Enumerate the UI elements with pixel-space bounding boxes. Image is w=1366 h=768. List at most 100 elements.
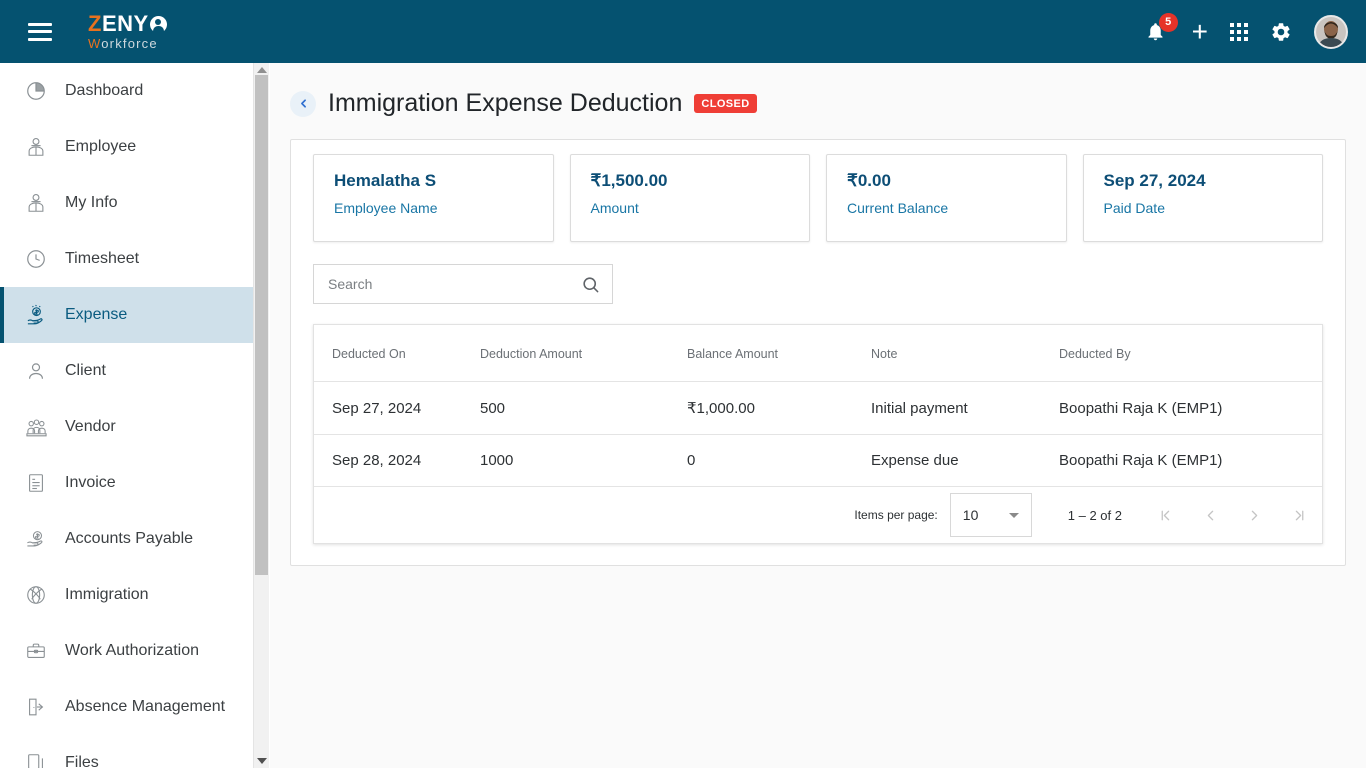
sidebar-scrollbar[interactable] xyxy=(253,63,269,768)
top-bar-actions: 5 + xyxy=(1142,12,1348,49)
items-per-page-value: 10 xyxy=(962,507,979,523)
my-info-icon xyxy=(23,190,49,216)
avatar[interactable] xyxy=(1314,14,1348,49)
chevron-left-icon[interactable] xyxy=(290,90,316,117)
sidebar-item-work authorization[interactable]: Work Authorization xyxy=(0,623,253,679)
cell-deducted-by: Boopathi Raja K (EMP1) xyxy=(1059,381,1322,435)
sidebar-item-timesheet[interactable]: Timesheet xyxy=(0,231,253,287)
files-icon xyxy=(23,750,49,768)
sidebar: Dashboard Employee My Info Timesheet Exp… xyxy=(0,63,253,768)
sidebar-item-immigration[interactable]: Immigration xyxy=(0,567,253,623)
apps-grid-icon[interactable] xyxy=(1230,22,1248,41)
sidebar-item-employee[interactable]: Employee xyxy=(0,119,253,175)
stat-card: ₹0.00 Current Balance xyxy=(826,154,1067,242)
cell-deduction-amount: 1000 xyxy=(480,434,687,487)
person-icon xyxy=(23,358,49,384)
scroll-down-arrow-icon[interactable] xyxy=(257,758,267,764)
sidebar-item-files[interactable]: Files xyxy=(0,735,253,768)
logo-text-orkforce: orkforce xyxy=(101,36,158,51)
sidebar-item-label: Timesheet xyxy=(65,250,140,267)
invoice-document-icon xyxy=(23,470,49,496)
detail-card: Hemalatha S Employee Name ₹1,500.00 Amou… xyxy=(290,139,1346,566)
accounts-payable-icon xyxy=(23,526,49,552)
sidebar-item-label: Vendor xyxy=(65,418,116,435)
sidebar-item-dashboard[interactable]: Dashboard xyxy=(0,63,253,119)
chevron-down-icon xyxy=(1008,512,1019,518)
last-page-icon[interactable] xyxy=(1288,505,1308,525)
logo-person-icon xyxy=(149,15,167,33)
sidebar-item-label: My Info xyxy=(65,194,118,211)
stat-value: Sep 27, 2024 xyxy=(1103,171,1206,190)
paginator: Items per page: 10 1 – 2 of 2 xyxy=(314,487,1322,543)
page-header: Immigration Expense Deduction CLOSED xyxy=(270,63,1366,118)
sidebar-item-vendor[interactable]: Vendor xyxy=(0,399,253,455)
sidebar-item-label: Invoice xyxy=(65,474,116,491)
sidebar-item-expense[interactable]: Expense xyxy=(0,287,253,343)
stat-label: Amount xyxy=(590,200,639,216)
cell-balance-amount: ₹1,000.00 xyxy=(687,381,871,435)
notification-count-badge: 5 xyxy=(1158,12,1178,32)
door-exit-icon xyxy=(23,694,49,720)
sidebar-item-absence management[interactable]: Absence Management xyxy=(0,679,253,735)
stat-label: Current Balance xyxy=(847,200,949,216)
search-input[interactable] xyxy=(328,276,581,292)
stat-value: Hemalatha S xyxy=(334,171,437,190)
table-body: Sep 27, 2024 500 ₹1,000.00 Initial payment B… xyxy=(314,381,1322,487)
sidebar-scrollbar-thumb[interactable] xyxy=(255,75,268,575)
sidebar-item-accounts payable[interactable]: Accounts Payable xyxy=(0,511,253,567)
sidebar-item-label: Absence Management xyxy=(65,698,226,715)
deductions-table-container: Deducted On Deduction Amount Balance Amo… xyxy=(313,324,1323,544)
page-title: Immigration Expense Deduction xyxy=(328,89,683,117)
sidebar-item-label: Files xyxy=(65,754,99,768)
logo-text-z: Z xyxy=(88,11,102,36)
stat-card: Hemalatha S Employee Name xyxy=(313,154,554,242)
sidebar-item-label: Dashboard xyxy=(65,82,144,99)
logo-text-w: W xyxy=(88,36,102,51)
bell-icon[interactable]: 5 xyxy=(1142,12,1178,47)
previous-page-icon[interactable] xyxy=(1200,505,1220,525)
gear-icon[interactable] xyxy=(1270,21,1292,43)
briefcase-icon xyxy=(23,638,49,664)
next-page-icon[interactable] xyxy=(1244,505,1264,525)
plus-icon[interactable]: + xyxy=(1192,17,1208,46)
table-row[interactable]: Sep 27, 2024 500 ₹1,000.00 Initial payment B… xyxy=(314,381,1322,435)
sidebar-item-label: Expense xyxy=(65,306,128,323)
sidebar-item-label: Work Authorization xyxy=(65,642,199,659)
sidebar-item-my info[interactable]: My Info xyxy=(0,175,253,231)
page-range-label: 1 – 2 of 2 xyxy=(1067,507,1122,523)
stat-value: ₹1,500.00 xyxy=(590,171,668,190)
expense-hand-money-icon xyxy=(23,302,49,328)
items-per-page-select[interactable]: 10 xyxy=(949,493,1032,537)
sidebar-item-label: Accounts Payable xyxy=(65,530,194,547)
clock-icon xyxy=(23,246,49,272)
items-per-page-label: Items per page: xyxy=(854,508,938,522)
employee-icon xyxy=(23,134,49,160)
cell-deduction-amount: 500 xyxy=(480,381,687,435)
column-header[interactable]: Deduction Amount xyxy=(480,325,687,382)
sidebar-item-label: Client xyxy=(65,362,106,379)
sidebar-item-label: Employee xyxy=(65,138,137,155)
cell-deducted-by: Boopathi Raja K (EMP1) xyxy=(1059,434,1322,487)
status-badge: CLOSED xyxy=(694,94,757,113)
search-icon[interactable] xyxy=(581,275,600,294)
globe-icon xyxy=(23,582,49,608)
top-bar: Z ENY Workforce 5 + xyxy=(0,0,1366,63)
stat-card: ₹1,500.00 Amount xyxy=(569,154,810,242)
table-header: Deducted On Deduction Amount Balance Amo… xyxy=(314,325,1322,382)
stat-card: Sep 27, 2024 Paid Date xyxy=(1082,154,1323,242)
column-header[interactable]: Balance Amount xyxy=(687,325,871,382)
search-box[interactable] xyxy=(313,264,613,304)
column-header[interactable]: Deducted By xyxy=(1059,325,1322,382)
table-row[interactable]: Sep 28, 2024 1000 0 Expense due Boopathi Raj… xyxy=(314,434,1322,487)
first-page-icon[interactable] xyxy=(1156,505,1176,525)
app-logo[interactable]: Z ENY Workforce xyxy=(88,13,167,50)
search-area xyxy=(291,242,1345,304)
sidebar-item-client[interactable]: Client xyxy=(0,343,253,399)
stat-label: Paid Date xyxy=(1103,200,1165,216)
column-header[interactable]: Deducted On xyxy=(314,325,480,382)
column-header[interactable]: Note xyxy=(871,325,1059,382)
scroll-up-arrow-icon[interactable] xyxy=(257,67,267,73)
hamburger-menu-icon[interactable] xyxy=(28,22,52,41)
summary-stats: Hemalatha S Employee Name ₹1,500.00 Amou… xyxy=(291,140,1345,242)
sidebar-item-invoice[interactable]: Invoice xyxy=(0,455,253,511)
